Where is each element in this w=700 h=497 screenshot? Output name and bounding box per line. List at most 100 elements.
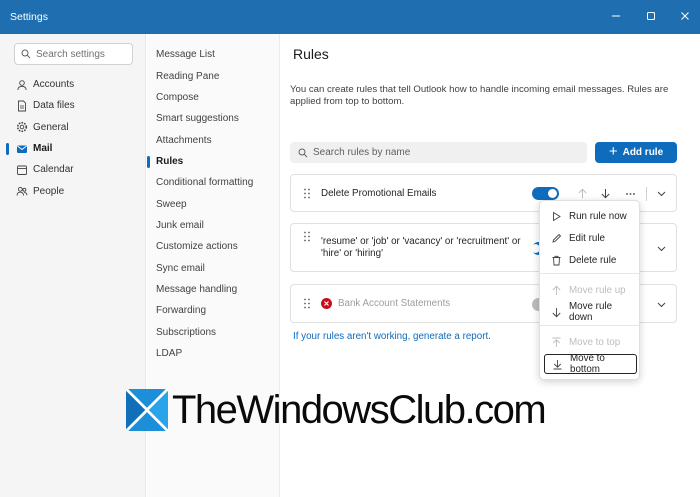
rules-search-box[interactable] — [290, 142, 587, 163]
arrow-up-icon — [551, 285, 562, 296]
expand-rule-button[interactable] — [656, 299, 667, 310]
subnav-item-sync-email[interactable]: Sync email — [147, 257, 280, 278]
subnav-item-junk-email[interactable]: Junk email — [147, 215, 280, 236]
arrow-to-bottom-icon — [552, 359, 563, 370]
plus-icon: + — [608, 143, 618, 160]
gear-icon — [16, 121, 28, 133]
menu-item-move-rule-up[interactable]: Move rule up — [544, 280, 637, 300]
play-icon — [551, 211, 562, 222]
sidebar-item-general[interactable]: General — [0, 117, 146, 138]
settings-sidebar: Accounts Data files General Mail Calenda… — [0, 34, 146, 497]
sidebar-item-label: Calendar — [33, 164, 74, 176]
search-icon — [298, 148, 308, 157]
maximize-icon — [647, 12, 655, 20]
menu-item-move-rule-down[interactable]: Move rule down — [544, 301, 637, 323]
subnav-item-customize-actions[interactable]: Customize actions — [147, 236, 280, 257]
drag-handle-icon[interactable] — [303, 298, 311, 309]
menu-item-move-to-top[interactable]: Move to top — [544, 332, 637, 352]
pencil-icon — [551, 233, 562, 244]
subnav-item-smart-suggestions[interactable]: Smart suggestions — [147, 108, 280, 129]
sidebar-item-label: Data files — [33, 100, 75, 112]
subnav-item-sweep[interactable]: Sweep — [147, 193, 280, 214]
arrow-to-top-icon — [551, 337, 562, 348]
close-icon — [681, 12, 689, 20]
generate-report-link[interactable]: If your rules aren't working, generate a… — [293, 331, 491, 342]
trash-icon — [551, 255, 562, 266]
menu-item-label: Move to bottom — [570, 353, 605, 375]
menu-item-move-to-bottom[interactable]: Move to bottom — [544, 353, 637, 375]
menu-item-delete-rule[interactable]: Delete rule — [544, 250, 637, 270]
move-down-button[interactable] — [600, 188, 611, 199]
sidebar-item-calendar[interactable]: Calendar — [0, 159, 146, 180]
divider — [646, 187, 647, 201]
expand-rule-button[interactable] — [656, 188, 667, 199]
more-horizontal-icon — [626, 193, 635, 195]
rule-name: 'resume' or 'job' or 'vacancy' or 'recru… — [321, 236, 521, 259]
menu-divider — [540, 325, 639, 326]
menu-item-label: Run rule now — [569, 210, 627, 222]
subnav-item-message-list[interactable]: Message List — [147, 44, 280, 65]
watermark-text: TheWindowsClub.com — [172, 388, 547, 432]
menu-item-label: Move rule down — [569, 301, 613, 323]
sidebar-item-people[interactable]: People — [0, 180, 146, 201]
rule-name: Delete Promotional Emails — [321, 188, 437, 199]
rules-search-input[interactable] — [313, 147, 573, 158]
chevron-down-icon — [657, 246, 666, 252]
minimize-icon — [612, 15, 620, 17]
minimize-button[interactable] — [608, 8, 624, 24]
close-button[interactable] — [677, 8, 693, 24]
rule-name: Bank Account Statements — [338, 298, 451, 309]
subnav-item-reading-pane[interactable]: Reading Pane — [147, 65, 280, 86]
settings-search-input[interactable] — [36, 48, 130, 60]
menu-item-label: Edit rule — [569, 232, 605, 244]
maximize-button[interactable] — [643, 8, 659, 24]
sidebar-item-accounts[interactable]: Accounts — [0, 74, 146, 95]
subnav-item-rules[interactable]: Rules — [147, 151, 280, 172]
rule-context-menu: Run rule now Edit rule Delete rule Move … — [539, 200, 640, 380]
subnav-item-conditional-formatting[interactable]: Conditional formatting — [147, 172, 280, 193]
error-icon — [321, 298, 332, 309]
subnav-item-attachments[interactable]: Attachments — [147, 129, 280, 150]
subnav-item-forwarding[interactable]: Forwarding — [147, 300, 280, 321]
menu-divider — [540, 273, 639, 274]
chevron-down-icon — [657, 191, 666, 197]
person-icon — [16, 79, 28, 91]
calendar-icon — [16, 164, 28, 176]
mail-icon — [16, 143, 28, 155]
sidebar-item-label: Accounts — [33, 79, 75, 91]
watermark: TheWindowsClub.com — [126, 388, 547, 432]
page-title: Rules — [293, 46, 329, 62]
title-bar: Settings — [0, 0, 700, 34]
add-rule-label: Add rule — [622, 147, 664, 158]
expand-rule-button[interactable] — [656, 243, 667, 254]
document-icon — [16, 100, 28, 112]
search-icon — [21, 49, 31, 59]
rules-description: You can create rules that tell Outlook h… — [290, 84, 669, 107]
menu-item-edit-rule[interactable]: Edit rule — [544, 228, 637, 248]
subnav-item-compose[interactable]: Compose — [147, 87, 280, 108]
windows-club-logo-icon — [126, 389, 168, 431]
sidebar-item-label: General — [33, 121, 69, 133]
drag-handle-icon[interactable] — [303, 188, 311, 199]
rule-enabled-toggle[interactable] — [532, 187, 559, 200]
sidebar-nav: Accounts Data files General Mail Calenda… — [0, 74, 146, 202]
subnav-item-ldap[interactable]: LDAP — [147, 343, 280, 364]
settings-search-box[interactable] — [14, 43, 133, 65]
add-rule-button[interactable]: + Add rule — [595, 142, 677, 163]
arrow-up-icon — [578, 188, 587, 198]
menu-item-label: Delete rule — [569, 254, 617, 266]
more-options-button[interactable] — [625, 188, 636, 199]
subnav-item-message-handling[interactable]: Message handling — [147, 279, 280, 300]
window-title: Settings — [10, 11, 48, 23]
sidebar-item-data-files[interactable]: Data files — [0, 95, 146, 116]
menu-item-run-rule-now[interactable]: Run rule now — [544, 206, 637, 226]
move-up-button[interactable] — [577, 188, 588, 199]
sidebar-item-label: People — [33, 185, 65, 197]
chevron-down-icon — [657, 302, 666, 308]
subnav-item-subscriptions[interactable]: Subscriptions — [147, 321, 280, 342]
menu-item-label: Move to top — [569, 336, 621, 348]
arrow-down-icon — [551, 307, 562, 318]
sidebar-item-mail[interactable]: Mail — [0, 138, 146, 159]
arrow-down-icon — [601, 189, 610, 199]
drag-handle-icon[interactable] — [303, 231, 311, 242]
